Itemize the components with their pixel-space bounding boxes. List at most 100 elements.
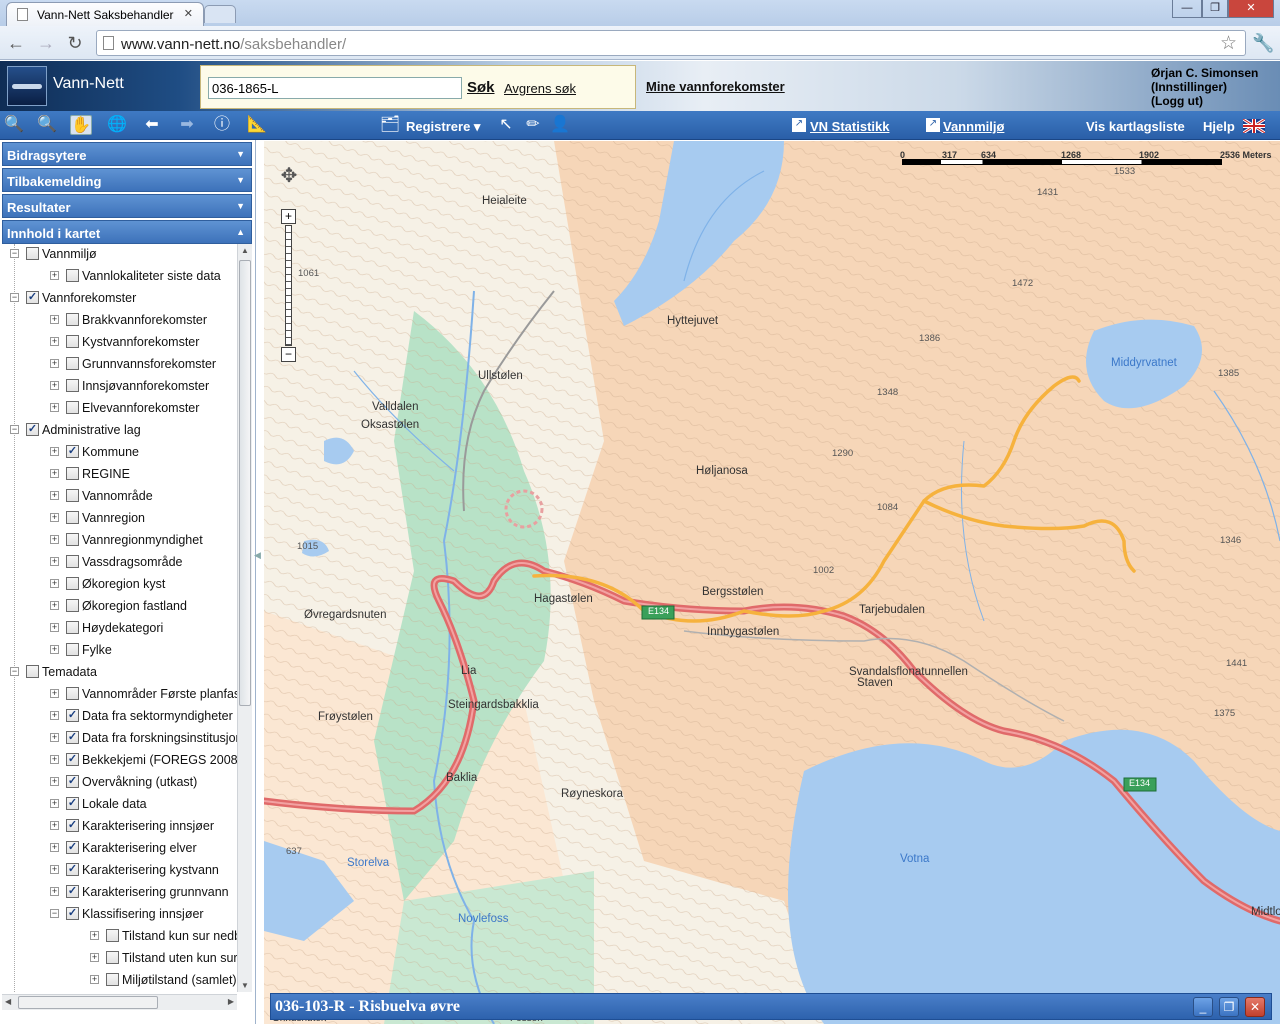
wrench-icon[interactable]: 🔧 <box>1252 32 1274 54</box>
expand-plus-icon[interactable]: + <box>50 579 59 588</box>
layer-tree-item[interactable]: + Vassdragsområde <box>2 552 237 574</box>
full-extent-globe-icon[interactable]: 🌐 <box>106 115 128 135</box>
layer-checkbox[interactable]: ✓ <box>66 753 79 766</box>
layer-tree-item[interactable]: + ✓ Karakterisering grunnvann <box>2 882 237 904</box>
browser-tab[interactable]: Vann-Nett Saksbehandler ✕ <box>6 2 204 26</box>
layer-tree-item[interactable]: + ✓ Karakterisering kystvann <box>2 860 237 882</box>
layer-tree-item[interactable]: + Tilstand kun sur nedbør <box>2 926 237 948</box>
layer-tree-item[interactable]: + Fylke <box>2 640 237 662</box>
panel-resultater[interactable]: Resultater ▼ <box>2 194 252 218</box>
layer-tree-item[interactable]: + Vannlokaliteter siste data <box>2 266 237 288</box>
layer-checkbox[interactable]: ✓ <box>26 423 39 436</box>
layer-tree-item[interactable]: + ✓ Data fra forskningsinstitusjoner <box>2 728 237 750</box>
layer-checkbox[interactable]: ✓ <box>26 291 39 304</box>
restore-panel-button[interactable]: ❐ <box>1219 997 1239 1017</box>
layer-checkbox[interactable] <box>66 357 79 370</box>
vn-statistikk-link[interactable]: VN Statistikk <box>810 119 889 134</box>
expand-plus-icon[interactable]: + <box>50 865 59 874</box>
expand-plus-icon[interactable]: + <box>50 447 59 456</box>
layer-checkbox[interactable]: ✓ <box>66 885 79 898</box>
help-link[interactable]: Hjelp <box>1203 119 1235 134</box>
layer-checkbox[interactable] <box>106 973 119 986</box>
layer-checkbox[interactable]: ✓ <box>66 907 79 920</box>
forward-arrow-icon[interactable]: → <box>35 32 57 54</box>
expand-plus-icon[interactable]: + <box>50 337 59 346</box>
layer-tree-item[interactable]: + Elvevannforekomster <box>2 398 237 420</box>
layer-tree-item[interactable]: + ✓ Data fra sektormyndigheter <box>2 706 237 728</box>
layer-tree-item[interactable]: + Brakkvannforekomster <box>2 310 237 332</box>
layer-tree-item[interactable]: + ✓ Karakterisering elver <box>2 838 237 860</box>
layer-tree-item[interactable]: + Vannregion <box>2 508 237 530</box>
bookmark-star-icon[interactable]: ☆ <box>1220 32 1237 55</box>
layer-checkbox[interactable]: ✓ <box>66 731 79 744</box>
add-user-icon[interactable]: 👤 <box>549 115 571 135</box>
expand-plus-icon[interactable]: + <box>50 623 59 632</box>
uk-flag-icon[interactable] <box>1243 119 1265 133</box>
layer-tree-item[interactable]: + Økoregion kyst <box>2 574 237 596</box>
expand-plus-icon[interactable]: + <box>50 645 59 654</box>
layer-checkbox[interactable]: ✓ <box>66 819 79 832</box>
layer-tree-item[interactable]: + ✓ Bekkekjemi (FOREGS 2008) <box>2 750 237 772</box>
vannmiljo-link[interactable]: Vannmiljø <box>943 119 1004 134</box>
layer-checkbox[interactable] <box>66 687 79 700</box>
layer-checkbox[interactable] <box>26 665 39 678</box>
expand-plus-icon[interactable]: + <box>50 491 59 500</box>
layer-tree-item[interactable]: − ✓ Klassifisering innsjøer <box>2 904 237 926</box>
layer-checkbox[interactable]: ✓ <box>66 445 79 458</box>
layer-checkbox[interactable] <box>66 599 79 612</box>
previous-extent-icon[interactable]: ⬅ <box>141 115 163 135</box>
expand-plus-icon[interactable]: + <box>50 271 59 280</box>
layer-checkbox[interactable] <box>66 467 79 480</box>
zoom-slider[interactable] <box>285 225 292 346</box>
layer-tree-item[interactable]: + Grunnvannsforekomster <box>2 354 237 376</box>
layer-tree-item[interactable]: + Høydekategori <box>2 618 237 640</box>
register-menu[interactable]: Registrere ▾ <box>406 119 480 135</box>
close-window-button[interactable]: ✕ <box>1228 0 1274 18</box>
layer-checkbox[interactable] <box>66 511 79 524</box>
zoom-plus-icon[interactable]: + <box>281 209 296 224</box>
maximize-window-button[interactable]: ❐ <box>1202 0 1228 18</box>
layer-checkbox[interactable] <box>66 643 79 656</box>
collapse-minus-icon[interactable]: − <box>50 909 59 918</box>
layer-checkbox[interactable] <box>66 335 79 348</box>
expand-plus-icon[interactable]: + <box>50 557 59 566</box>
minimize-window-button[interactable]: — <box>1172 0 1202 18</box>
layer-tree-item[interactable]: − Vannmiljø <box>2 244 237 266</box>
expand-plus-icon[interactable]: + <box>90 931 99 940</box>
layer-checkbox[interactable] <box>66 533 79 546</box>
expand-plus-icon[interactable]: + <box>50 777 59 786</box>
collapse-minus-icon[interactable]: − <box>10 425 19 434</box>
new-tab-button[interactable] <box>204 5 236 23</box>
logout-link[interactable]: (Logg ut) <box>1151 94 1258 108</box>
next-extent-icon[interactable]: ➡ <box>176 115 198 135</box>
collapse-sidebar-handle[interactable]: ◀ <box>254 550 262 570</box>
address-bar[interactable]: www.vann-nett.no/saksbehandler/ ☆ <box>96 30 1246 56</box>
layer-tree-item[interactable]: + Vannområder Første planfase <box>2 684 237 706</box>
layer-tree-horizontal-scrollbar[interactable]: ◀ ▶ <box>2 994 237 1010</box>
layer-checkbox[interactable] <box>106 951 119 964</box>
layer-tree-item[interactable]: − ✓ Vannforekomster <box>2 288 237 310</box>
layer-tree-item[interactable]: + ✓ Kommune <box>2 442 237 464</box>
layer-tree-item[interactable]: + ✓ Lokale data <box>2 794 237 816</box>
layer-checkbox[interactable] <box>66 555 79 568</box>
layer-checkbox[interactable]: ✓ <box>66 797 79 810</box>
expand-plus-icon[interactable]: + <box>50 821 59 830</box>
expand-plus-icon[interactable]: + <box>90 975 99 984</box>
layer-checkbox[interactable] <box>66 621 79 634</box>
layer-checkbox[interactable]: ✓ <box>66 841 79 854</box>
back-arrow-icon[interactable]: ← <box>5 32 27 54</box>
layer-checkbox[interactable] <box>66 489 79 502</box>
panel-bidragsytere[interactable]: Bidragsytere ▼ <box>2 142 252 166</box>
expand-plus-icon[interactable]: + <box>50 513 59 522</box>
layer-checkbox[interactable]: ✓ <box>66 709 79 722</box>
expand-plus-icon[interactable]: + <box>50 799 59 808</box>
layer-checkbox[interactable] <box>66 313 79 326</box>
expand-plus-icon[interactable]: + <box>50 887 59 896</box>
layer-tree-item[interactable]: − Temadata <box>2 662 237 684</box>
expand-plus-icon[interactable]: + <box>90 953 99 962</box>
close-tab-icon[interactable]: ✕ <box>184 7 193 20</box>
layer-list-link[interactable]: Vis kartlagsliste <box>1086 119 1185 134</box>
layer-checkbox[interactable]: ✓ <box>66 775 79 788</box>
expand-plus-icon[interactable]: + <box>50 535 59 544</box>
settings-link[interactable]: (Innstillinger) <box>1151 80 1258 94</box>
